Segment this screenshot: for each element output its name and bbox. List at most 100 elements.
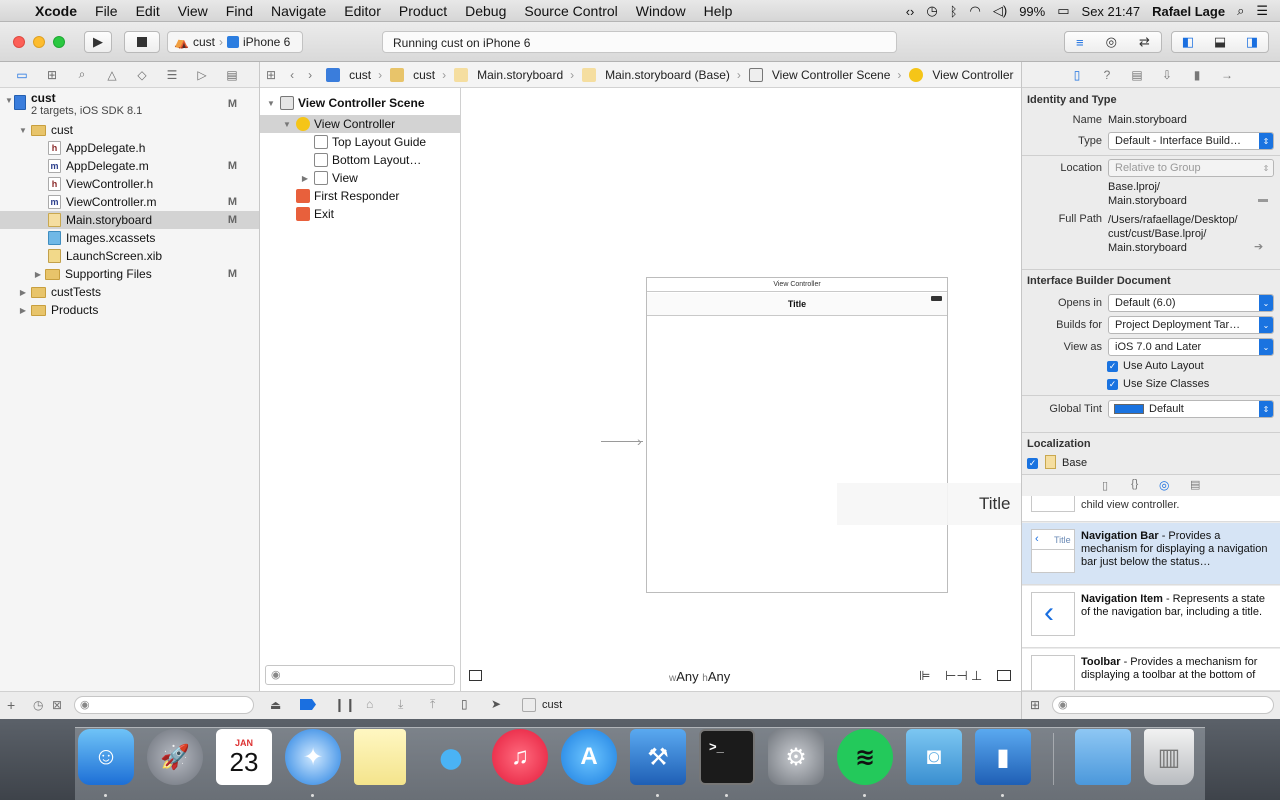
menu-find[interactable]: Find	[217, 3, 262, 19]
tree-group-supporting-files[interactable]: ▶ Supporting Files M	[0, 265, 259, 283]
menu-help[interactable]: Help	[695, 3, 742, 19]
report-navigator-icon[interactable]: ▤	[222, 66, 242, 84]
recent-files-icon[interactable]: ◷	[33, 698, 43, 712]
grid-view-icon[interactable]: ⊞	[1030, 698, 1040, 712]
code-brackets-icon[interactable]: ‹›	[900, 4, 921, 19]
ios-simulator-icon[interactable]: ▮	[975, 729, 1031, 785]
menu-file[interactable]: File	[86, 3, 127, 19]
resolve-issues-icon[interactable]: ⊥	[971, 668, 982, 684]
disclosure-open-icon[interactable]: ▼	[18, 126, 28, 135]
library-item-navigation-item[interactable]: ‹ Navigation Item - Represents a state o…	[1022, 586, 1280, 648]
menu-product[interactable]: Product	[390, 3, 456, 19]
reveal-in-finder-icon[interactable]: ➔	[1254, 240, 1263, 253]
stop-button[interactable]	[124, 31, 160, 53]
type-popup[interactable]: Default - Interface Build… ⇕	[1108, 132, 1274, 150]
step-into-icon[interactable]: ⤓	[398, 697, 403, 712]
terminal-icon[interactable]: >_	[699, 729, 755, 785]
menu-source-control[interactable]: Source Control	[515, 3, 626, 19]
size-inspector-icon[interactable]: ▮	[1187, 66, 1207, 84]
library-filter-input[interactable]: ◉	[1052, 696, 1274, 714]
system-preferences-icon[interactable]: ⚙	[768, 729, 824, 785]
disclosure-closed-icon[interactable]: ▶	[18, 288, 28, 297]
file-template-library-icon[interactable]: ▯	[1102, 479, 1108, 492]
crumb-file[interactable]: Main.storyboard ›	[450, 67, 578, 82]
size-class-selector[interactable]: wAny hAny	[669, 669, 730, 684]
standard-editor-icon[interactable]: ≡	[1076, 35, 1084, 50]
disclosure-open-icon[interactable]: ▼	[282, 120, 292, 129]
navigation-bar[interactable]: Title	[647, 293, 947, 316]
location-popup[interactable]: Relative to Group ⇕	[1108, 159, 1274, 177]
outline-bottom-layout-guide[interactable]: Bottom Layout…	[260, 151, 460, 169]
crumb-scene[interactable]: View Controller Scene ›	[745, 67, 906, 82]
tree-file-appdelegate-m[interactable]: m AppDelegate.m M	[0, 157, 259, 175]
disclosure-closed-icon[interactable]: ▶	[33, 270, 43, 279]
menu-debug[interactable]: Debug	[456, 3, 515, 19]
version-editor-icon[interactable]: ⇄	[1139, 34, 1150, 50]
toggle-utilities-icon[interactable]: ◨	[1246, 34, 1258, 50]
menu-editor[interactable]: Editor	[335, 3, 390, 19]
spotify-icon[interactable]: ≋	[837, 729, 893, 785]
view-controller-frame[interactable]: View Controller Title	[646, 277, 948, 593]
library-item-navigation-bar[interactable]: ‹ Title Navigation Bar - Provides a mech…	[1022, 523, 1280, 585]
tree-file-main-storyboard[interactable]: Main.storyboard M	[0, 211, 259, 229]
tree-project-root[interactable]: ▼ cust 2 targets, iOS SDK 8.1 M	[0, 92, 259, 122]
outline-exit[interactable]: Exit	[260, 205, 460, 223]
image-capture-icon[interactable]: ◙	[906, 729, 962, 785]
pin-icon[interactable]: ⊢⊣	[945, 668, 968, 684]
code-snippet-library-icon[interactable]: {}	[1131, 478, 1138, 490]
bluetooth-icon[interactable]: ᛒ	[944, 4, 964, 19]
toggle-navigator-icon[interactable]: ◧	[1182, 34, 1194, 50]
hide-debug-area-icon[interactable]: ⏏	[270, 698, 281, 712]
test-navigator-icon[interactable]: ◇	[132, 66, 152, 84]
opens-in-popup[interactable]: Default (6.0) ⌄	[1108, 294, 1274, 312]
tree-file-viewcontroller-m[interactable]: m ViewController.m M	[0, 193, 259, 211]
media-library-icon[interactable]: ▤	[1190, 478, 1200, 491]
tree-group-cust[interactable]: ▼ cust	[0, 121, 259, 139]
align-icon[interactable]: ⊫	[919, 668, 930, 684]
minimize-window-button[interactable]	[33, 36, 45, 48]
library-item-partial[interactable]: child view controller.	[1022, 496, 1280, 522]
simulate-location-icon[interactable]: ➤	[491, 697, 501, 711]
navigator-filter-input[interactable]: ◉	[74, 696, 254, 714]
toggle-outline-icon[interactable]	[469, 670, 482, 681]
debug-navigator-icon[interactable]: ☰	[162, 66, 182, 84]
related-items-icon[interactable]: ⊞	[260, 68, 280, 82]
disclosure-closed-icon[interactable]: ▶	[18, 306, 28, 315]
itunes-icon[interactable]: ♫	[492, 729, 548, 785]
menu-app-name[interactable]: Xcode	[26, 3, 86, 19]
symbol-navigator-icon[interactable]: ⊞	[42, 66, 62, 84]
disclosure-open-icon[interactable]: ▼	[4, 96, 14, 105]
global-tint-popup[interactable]: Default ⇕	[1108, 400, 1274, 418]
crumb-localization[interactable]: Main.storyboard (Base) ›	[578, 67, 745, 82]
user-name[interactable]: Rafael Lage	[1146, 4, 1231, 19]
messages-icon[interactable]: ●	[423, 729, 479, 785]
outline-view[interactable]: ▶ View	[260, 169, 460, 187]
assistant-editor-icon[interactable]: ◎	[1106, 34, 1117, 50]
disclosure-closed-icon[interactable]: ▶	[300, 174, 310, 183]
back-button[interactable]: ‹	[280, 68, 298, 82]
localization-base-checkbox[interactable]: ✓	[1027, 458, 1038, 469]
menu-view[interactable]: View	[169, 3, 217, 19]
outline-first-responder[interactable]: First Responder	[260, 187, 460, 205]
resizing-behavior-icon[interactable]	[997, 670, 1011, 681]
tree-file-images-xcassets[interactable]: Images.xcassets	[0, 229, 259, 247]
breakpoint-navigator-icon[interactable]: ▷	[192, 66, 212, 84]
breakpoints-toggle-icon[interactable]	[300, 699, 316, 710]
forward-button[interactable]: ›	[298, 68, 322, 82]
notification-center-icon[interactable]: ☰	[1250, 3, 1280, 19]
app-store-icon[interactable]: A	[561, 729, 617, 785]
close-window-button[interactable]	[13, 36, 25, 48]
tree-group-products[interactable]: ▶ Products	[0, 301, 259, 319]
downloads-folder-icon[interactable]	[1075, 729, 1131, 785]
safari-icon[interactable]: ✦	[285, 729, 341, 785]
menu-window[interactable]: Window	[627, 3, 695, 19]
spotlight-icon[interactable]: ⌕	[1231, 3, 1250, 19]
outline-top-layout-guide[interactable]: Top Layout Guide	[260, 133, 460, 151]
calendar-icon[interactable]: JAN 23	[216, 729, 272, 785]
zoom-window-button[interactable]	[53, 36, 65, 48]
run-button[interactable]: ▶	[84, 31, 112, 53]
pause-icon[interactable]: ❙❙	[334, 697, 356, 713]
xcode-icon[interactable]: ⚒	[630, 729, 686, 785]
view-toggle-segment[interactable]: ◧ ⬓ ◨	[1171, 31, 1269, 53]
storyboard-canvas[interactable]: › View Controller Title Title wAny hAny …	[461, 88, 1021, 691]
